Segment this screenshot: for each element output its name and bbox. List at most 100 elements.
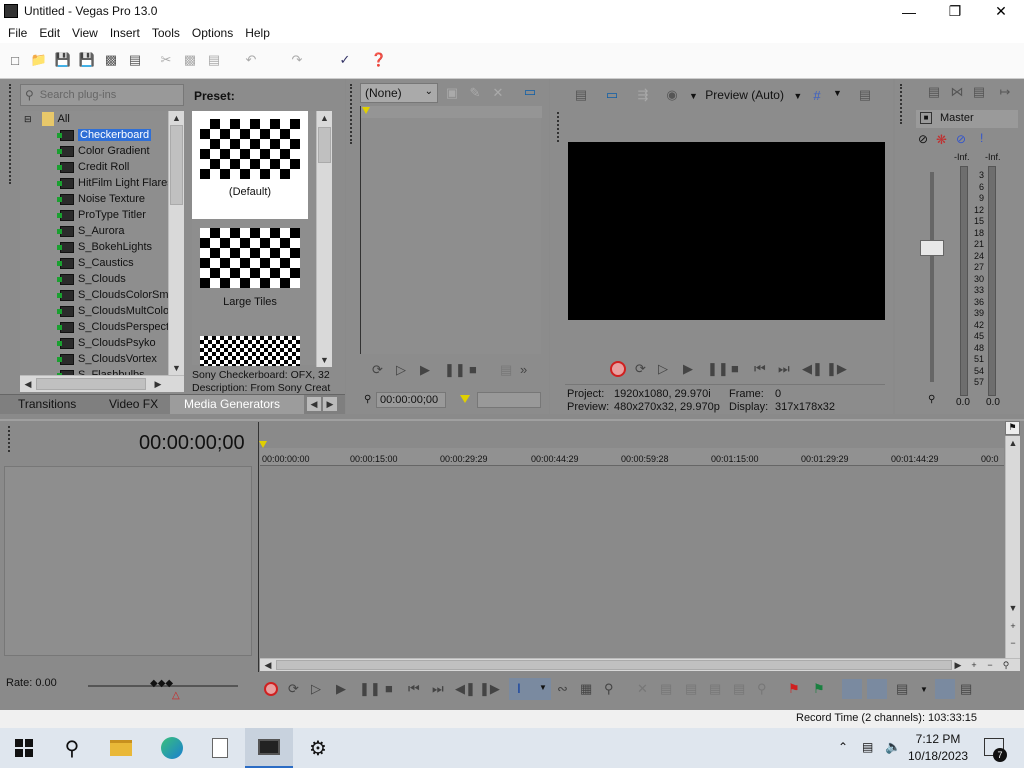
scroll-right-icon[interactable]: ▶ — [952, 659, 964, 671]
settings-gear-icon[interactable]: ⚙ — [294, 728, 342, 768]
chevron-down-icon[interactable]: ▼ — [833, 88, 842, 98]
trim-end-icon[interactable]: ▤ — [709, 681, 721, 697]
snapping-icon[interactable]: ▤ — [896, 681, 908, 697]
master-meter-icon[interactable]: ↦ — [996, 83, 1014, 101]
minimize-button[interactable]: — — [886, 0, 932, 23]
plugin-item[interactable]: S_Aurora — [57, 223, 124, 239]
mute-icon[interactable]: ⊘ — [956, 132, 966, 146]
preset-default[interactable]: (Default) — [192, 111, 308, 219]
go-to-start-icon[interactable]: ⏮ — [754, 361, 766, 377]
bus-fx-icon[interactable]: ❋ — [936, 132, 947, 148]
automation-icon[interactable]: ⊘ — [918, 132, 928, 146]
trimmer-extra-icon[interactable]: ▤ — [500, 362, 512, 378]
downmix-icon[interactable]: ⋈ — [948, 83, 966, 101]
scroll-up-icon[interactable]: ▲ — [1006, 436, 1020, 450]
clock-time[interactable]: 7:12 PM — [913, 732, 963, 746]
network-icon[interactable]: ▤ — [862, 740, 873, 754]
splitter[interactable] — [0, 419, 1024, 421]
trimmer-area[interactable] — [360, 106, 542, 354]
zoom-out-icon[interactable]: − — [1006, 636, 1020, 650]
whats-this-help-icon[interactable]: ❓ — [370, 51, 388, 69]
preview-monitor-icon[interactable]: ▭ — [603, 86, 621, 104]
trimmer-dropdown[interactable]: (None) ⌄ — [360, 83, 438, 103]
scroll-thumb[interactable] — [170, 125, 183, 205]
next-frame-icon[interactable]: ❚▶ — [479, 681, 500, 697]
play-icon[interactable]: ▶ — [420, 362, 430, 378]
enable-snapping-icon[interactable]: ✓ — [336, 51, 354, 69]
pause-icon[interactable]: ❚❚ — [444, 362, 466, 378]
trimmer-monitor-icon[interactable]: ▭ — [521, 83, 539, 101]
scroll-left-icon[interactable]: ◀ — [22, 377, 34, 391]
preview-quality-icon[interactable]: ◉ — [663, 86, 681, 104]
volume-icon[interactable]: 🔈 — [885, 739, 901, 755]
copy-icon[interactable]: ▩ — [181, 51, 199, 69]
trimmer-timecode[interactable]: 00:00:00;00 — [376, 392, 446, 408]
tab-video-fx[interactable]: Video FX — [109, 397, 158, 411]
zoom-tool-icon[interactable]: ⚲ — [1000, 659, 1012, 671]
play-icon[interactable]: ▶ — [683, 361, 693, 377]
lock-icon[interactable]: ⚲ — [928, 394, 935, 405]
tabs-next-icon[interactable]: ▶ — [323, 397, 337, 411]
preview-properties-icon[interactable]: ▤ — [572, 86, 590, 104]
preset-large-tiles[interactable]: Large Tiles — [192, 224, 308, 324]
panel-grip[interactable] — [350, 84, 354, 144]
plugin-item[interactable]: Checkerboard — [57, 127, 152, 143]
plugin-item[interactable]: S_CloudsVortex — [57, 351, 157, 367]
trim-start-icon[interactable]: ▤ — [685, 681, 697, 697]
hscroll-thumb[interactable] — [36, 378, 146, 390]
marker-flag-icon[interactable]: ⚑ — [1005, 421, 1020, 435]
file-explorer-icon[interactable] — [97, 728, 145, 768]
lock-envelopes-button[interactable] — [935, 679, 955, 699]
insert-marker-icon[interactable]: ⚑ — [788, 681, 800, 697]
tree-root[interactable]: ⊟ All — [24, 111, 70, 127]
properties-icon[interactable]: ▤ — [126, 51, 144, 69]
pause-icon[interactable]: ❚❚ — [707, 361, 729, 377]
collapse-icon[interactable]: ⊟ — [24, 114, 32, 125]
trimmer-tool-icon[interactable]: ✎ — [466, 84, 484, 102]
plugin-item[interactable]: S_CloudsMultColo — [57, 303, 169, 319]
plugin-tree-vscroll[interactable]: ▲ ▼ — [168, 111, 184, 375]
panel-grip[interactable] — [8, 426, 12, 452]
loop-icon[interactable]: ⟳ — [372, 362, 383, 378]
record-icon[interactable] — [610, 361, 626, 377]
clock-date[interactable]: 10/18/2023 — [908, 749, 968, 763]
selection-tool-icon[interactable]: ▦ — [580, 681, 592, 697]
stop-icon[interactable]: ■ — [731, 361, 739, 376]
plugin-item[interactable]: Credit Roll — [57, 159, 129, 175]
play-icon[interactable]: ▶ — [336, 681, 346, 697]
plugin-item[interactable]: S_Flashbulbs — [57, 367, 145, 375]
lock-icon[interactable]: ⚲ — [757, 681, 767, 697]
scroll-down-icon[interactable]: ▼ — [317, 353, 332, 367]
timeline-vscroll[interactable]: ▲ ▼ + − — [1005, 436, 1020, 658]
scroll-right-icon[interactable]: ▶ — [152, 377, 164, 391]
panel-grip[interactable] — [900, 84, 904, 124]
master-fx-icon[interactable]: ■ — [920, 112, 932, 124]
trimmer-tool-icon[interactable]: ▣ — [443, 84, 461, 102]
paste-icon[interactable]: ▤ — [205, 51, 223, 69]
trimmer-clear-icon[interactable]: ✕ — [489, 84, 507, 102]
vegas-taskbar-icon[interactable] — [245, 728, 293, 768]
play-from-start-icon[interactable]: ▷ — [396, 362, 406, 378]
dim-output-icon[interactable]: ▤ — [970, 83, 988, 101]
preset-vscroll[interactable]: ▲ ▼ — [316, 111, 332, 367]
delete-icon[interactable]: ✕ — [637, 681, 648, 697]
redo-icon[interactable]: ↷ — [288, 51, 306, 69]
rate-slider-handle[interactable]: ◆◆◆ — [150, 678, 173, 689]
copy-snapshot-icon[interactable]: ▤ — [856, 86, 874, 104]
plugin-item[interactable]: S_CloudsPsyko — [57, 335, 156, 351]
scroll-up-icon[interactable]: ▲ — [169, 111, 184, 125]
go-to-start-icon[interactable]: ⏮ — [408, 681, 420, 697]
plugin-item[interactable]: S_CloudsColorSmo — [57, 287, 175, 303]
timeline-hscroll[interactable]: ◀ ▶ + − ⚲ — [260, 658, 1020, 671]
master-properties-icon[interactable]: ▤ — [925, 83, 943, 101]
save-icon[interactable]: 💾 — [54, 51, 72, 69]
menu-file[interactable]: File — [2, 26, 33, 40]
ignore-grouping-icon[interactable]: ▤ — [960, 681, 972, 697]
search-icon[interactable]: ⚲ — [48, 728, 96, 768]
close-button[interactable]: ✕ — [978, 0, 1024, 23]
zoom-in-icon[interactable]: + — [1006, 619, 1020, 633]
maximize-button[interactable]: ❐ — [932, 0, 978, 23]
edge-browser-icon[interactable] — [148, 728, 196, 768]
preset-small-tiles-thumbnail[interactable] — [200, 336, 300, 366]
panel-grip[interactable] — [9, 84, 13, 184]
